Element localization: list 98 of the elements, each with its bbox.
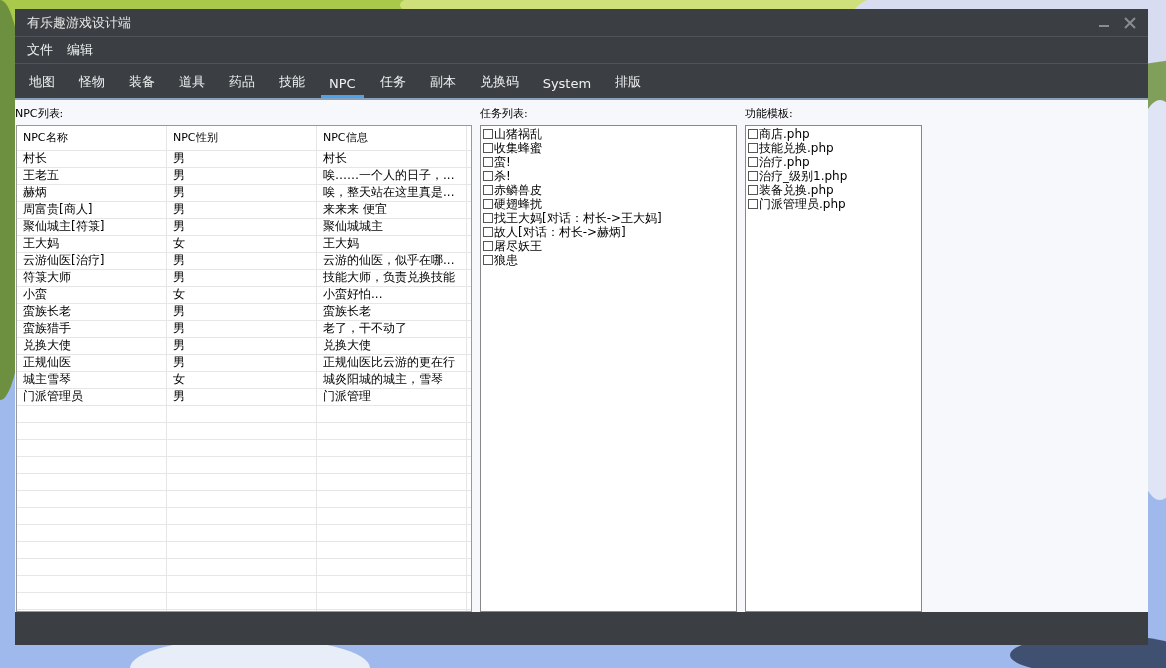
tab[interactable]: 地图 — [21, 73, 63, 98]
table-cell: 女 — [167, 372, 317, 388]
table-cell: 门派管理员 — [17, 389, 167, 405]
table-cell: 王老五 — [17, 168, 167, 184]
table-cell: 云游仙医[治疗] — [17, 253, 167, 269]
checkbox[interactable] — [483, 213, 493, 223]
list-item[interactable]: 赤鳞兽皮 — [494, 183, 542, 197]
table-cell: 王大妈 — [317, 236, 467, 252]
checkbox[interactable] — [748, 157, 758, 167]
checkbox[interactable] — [748, 199, 758, 209]
list-item[interactable]: 山猪祸乱 — [494, 127, 542, 141]
table-cell: 女 — [167, 287, 317, 303]
list-item[interactable]: 治疗.php — [759, 155, 810, 169]
table-cell: 男 — [167, 321, 317, 337]
checkbox[interactable] — [483, 185, 493, 195]
panel-label: 功能模板: — [745, 106, 794, 122]
list-item[interactable]: 治疗_级别1.php — [759, 169, 848, 183]
table-cell: 符箓大师 — [17, 270, 167, 286]
list-item[interactable]: 狼患 — [494, 253, 518, 267]
list-item[interactable]: 收集蜂蜜 — [494, 141, 542, 155]
table-cell: 城炎阳城的城主，雪琴 — [317, 372, 467, 388]
tab[interactable]: 怪物 — [71, 73, 113, 98]
list-item[interactable]: 技能兑换.php — [759, 141, 834, 155]
table-cell: 女 — [167, 236, 317, 252]
checkbox[interactable] — [748, 129, 758, 139]
list-item[interactable]: 屠尽妖王 — [494, 239, 542, 253]
tab[interactable]: 副本 — [421, 73, 464, 98]
checkbox[interactable] — [483, 241, 493, 251]
tab[interactable]: 药品 — [221, 73, 263, 98]
table-cell: 来来来 便宜 — [317, 202, 467, 218]
checkbox[interactable] — [483, 255, 493, 265]
table-cell: 男 — [167, 202, 317, 218]
table-cell: 男 — [167, 389, 317, 405]
window-title: 有乐趣游戏设计端 — [27, 13, 132, 32]
table-cell: 城主雪琴 — [17, 372, 167, 388]
table-cell: 男 — [167, 270, 317, 286]
tab[interactable]: 技能 — [271, 73, 313, 98]
tab[interactable]: 道具 — [171, 73, 213, 98]
tab[interactable]: 任务 — [371, 73, 414, 98]
table-cell: 男 — [167, 304, 317, 320]
table-cell: 王大妈 — [17, 236, 167, 252]
table-cell: 正规仙医比云游的更在行 — [317, 355, 467, 371]
tab[interactable]: 排版 — [607, 73, 650, 98]
table-cell: 男 — [167, 151, 317, 167]
table-cell: 村长 — [317, 151, 467, 167]
checkbox[interactable] — [483, 227, 493, 237]
table-cell: 小蛮好怕... — [317, 287, 467, 303]
tab[interactable]: 装备 — [121, 73, 163, 98]
table-cell: 技能大师，负责兑换技能 — [317, 270, 467, 286]
table-cell: 赫炳 — [17, 185, 167, 201]
menu-item[interactable]: 编辑 — [67, 41, 93, 59]
menu-item[interactable]: 文件 — [27, 41, 53, 59]
list-item[interactable]: 商店.php — [759, 127, 810, 141]
list-item[interactable]: 装备兑换.php — [759, 183, 834, 197]
table-cell: 门派管理 — [317, 389, 467, 405]
checkbox[interactable] — [483, 157, 493, 167]
tab[interactable]: System — [534, 76, 600, 98]
table-cell: 小蛮 — [17, 287, 167, 303]
checkbox[interactable] — [748, 171, 758, 181]
table-cell: 男 — [167, 185, 317, 201]
table-cell: 蛮族猎手 — [17, 321, 167, 337]
table-cell: 周富贵[商人] — [17, 202, 167, 218]
table-cell: 男 — [167, 219, 317, 235]
checkbox[interactable] — [483, 129, 493, 139]
checkbox[interactable] — [483, 143, 493, 153]
table-cell: 男 — [167, 355, 317, 371]
list-item[interactable]: 杀! — [494, 169, 511, 183]
table-cell: 老了，干不动了 — [317, 321, 467, 337]
table-cell: 云游的仙医，似乎在哪... — [317, 253, 467, 269]
list-item[interactable]: 找王大妈[对话：村长->王大妈] — [494, 211, 662, 225]
list-item[interactable]: 门派管理员.php — [759, 197, 846, 211]
column-header[interactable]: NPC性别 — [167, 126, 317, 150]
panel-label: NPC列表: — [15, 106, 65, 122]
tab[interactable]: 兑换码 — [471, 73, 527, 98]
checkbox[interactable] — [483, 171, 493, 181]
table-cell: 聚仙城城主 — [317, 219, 467, 235]
table-cell: 唉……一个人的日子，... — [317, 168, 467, 184]
checkbox[interactable] — [748, 143, 758, 153]
table-cell: 蛮族长老 — [317, 304, 467, 320]
panel-label: 任务列表: — [480, 106, 529, 122]
checkbox[interactable] — [748, 185, 758, 195]
column-header[interactable]: NPC名称 — [17, 126, 167, 150]
list-item[interactable]: 硬翅蜂扰 — [494, 197, 542, 211]
list-item[interactable]: 蛮! — [494, 155, 511, 169]
checkbox[interactable] — [483, 199, 493, 209]
table-cell: 兑换大使 — [317, 338, 467, 354]
table-cell: 兑换大使 — [17, 338, 167, 354]
table-cell: 唉，整天站在这里真是... — [317, 185, 467, 201]
column-header[interactable]: NPC信息 — [317, 126, 467, 150]
table-cell: 男 — [167, 253, 317, 269]
table-cell: 男 — [167, 338, 317, 354]
table-cell: 蛮族长老 — [17, 304, 167, 320]
table-cell: 正规仙医 — [17, 355, 167, 371]
table-cell: 男 — [167, 168, 317, 184]
table-cell: 聚仙城主[符箓] — [17, 219, 167, 235]
list-item[interactable]: 故人[对话：村长->赫炳] — [494, 225, 626, 239]
table-cell: 村长 — [17, 151, 167, 167]
close-icon[interactable] — [1124, 16, 1136, 29]
